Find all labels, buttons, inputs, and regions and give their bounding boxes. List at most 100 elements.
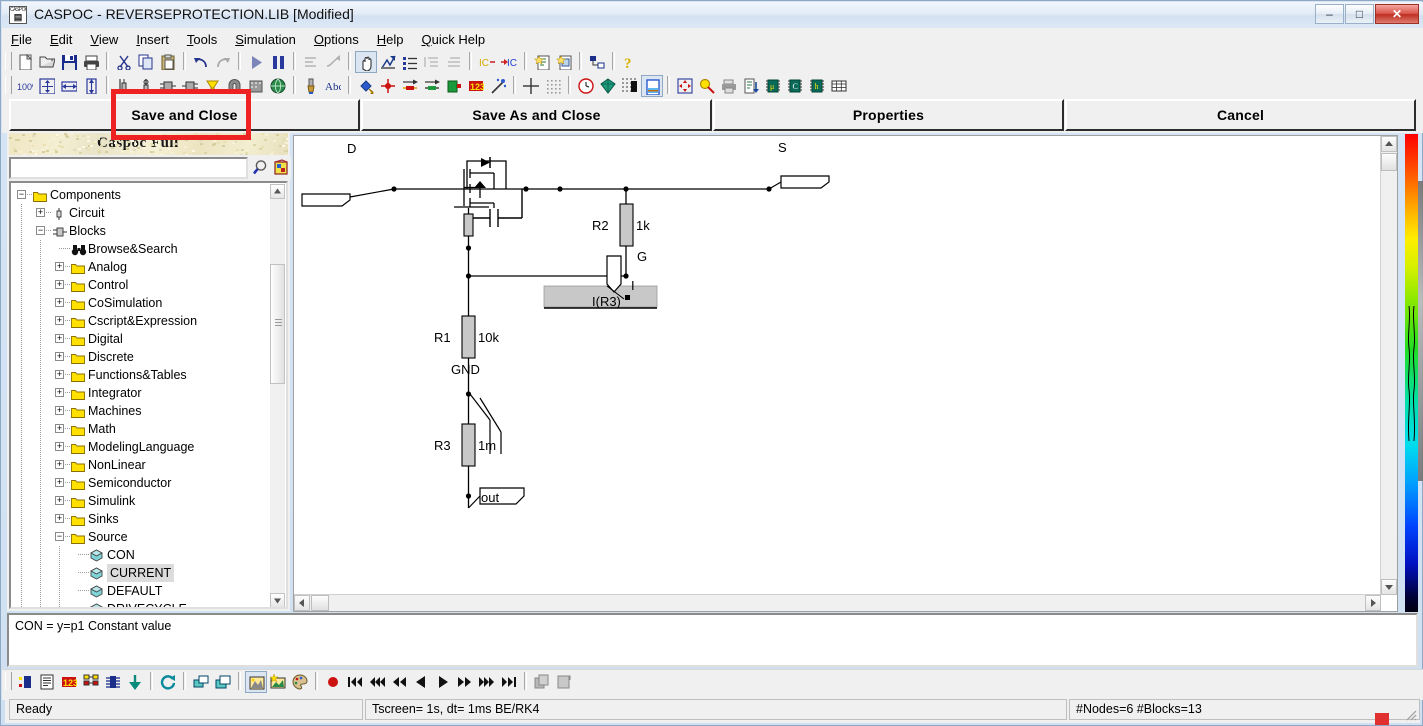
block-out-icon[interactable] bbox=[179, 75, 201, 97]
magnify-scope-icon[interactable] bbox=[696, 75, 718, 97]
tree-item-source[interactable]: − Source bbox=[11, 528, 273, 546]
tree-item-cscript-expression[interactable]: + Cscript&Expression bbox=[11, 312, 273, 330]
tree-item-semiconductor[interactable]: + Semiconductor bbox=[11, 474, 273, 492]
print-icon[interactable] bbox=[80, 51, 102, 73]
tree-expand-icon[interactable]: + bbox=[55, 352, 64, 361]
wand-icon[interactable] bbox=[487, 75, 509, 97]
arrow-red-icon[interactable] bbox=[399, 75, 421, 97]
tree-item-drivecycle[interactable]: DRIVECYCLE bbox=[11, 600, 273, 607]
play-icon[interactable] bbox=[432, 671, 454, 693]
tree-collapse-icon[interactable]: − bbox=[36, 226, 45, 235]
cancel-button[interactable]: Cancel bbox=[1065, 99, 1416, 131]
download-arrow-icon[interactable] bbox=[124, 671, 146, 693]
chip-c-icon[interactable]: C bbox=[784, 75, 806, 97]
menu-item-simulation[interactable]: Simulation bbox=[226, 28, 305, 49]
menu-item-edit[interactable]: Edit bbox=[41, 28, 81, 49]
tree-item-integrator[interactable]: + Integrator bbox=[11, 384, 273, 402]
forward-end-icon[interactable] bbox=[498, 671, 520, 693]
save-as-and-close-button[interactable]: Save As and Close bbox=[361, 99, 712, 131]
search-magnifier-icon[interactable] bbox=[250, 157, 270, 179]
new-sheet-star-icon[interactable] bbox=[531, 51, 553, 73]
tree-item-con[interactable]: CON bbox=[11, 546, 273, 564]
rewind-fast-icon[interactable] bbox=[366, 671, 388, 693]
zoom-width-icon[interactable] bbox=[58, 75, 80, 97]
zoom-height-icon[interactable] bbox=[80, 75, 102, 97]
tree-item-nonlinear[interactable]: + NonLinear bbox=[11, 456, 273, 474]
rewind-icon[interactable] bbox=[388, 671, 410, 693]
image-star-icon[interactable] bbox=[267, 671, 289, 693]
ic-chip-icon[interactable] bbox=[102, 671, 124, 693]
paint-palette-icon[interactable] bbox=[289, 671, 311, 693]
tree-expand-icon[interactable]: + bbox=[55, 442, 64, 451]
node-icon[interactable] bbox=[135, 75, 157, 97]
tree-scroll-up-icon[interactable] bbox=[270, 184, 285, 199]
tree-expand-icon[interactable]: + bbox=[55, 424, 64, 433]
list-icon[interactable] bbox=[399, 51, 421, 73]
tree-item-discrete[interactable]: + Discrete bbox=[11, 348, 273, 366]
text-abc-icon[interactable]: Abc bbox=[322, 75, 344, 97]
canvas-scroll-left-icon[interactable] bbox=[294, 595, 310, 611]
windows-cascade-icon[interactable] bbox=[212, 671, 234, 693]
rewind-start-icon[interactable] bbox=[344, 671, 366, 693]
menu-item-quick-help[interactable]: Quick Help bbox=[413, 28, 495, 49]
export-list-icon[interactable] bbox=[740, 75, 762, 97]
tree-item-machines[interactable]: + Machines bbox=[11, 402, 273, 420]
tree-expand-icon[interactable]: + bbox=[55, 514, 64, 523]
scope-window-icon[interactable] bbox=[641, 75, 663, 97]
tree-expand-icon[interactable]: + bbox=[55, 316, 64, 325]
tree-expand-icon[interactable]: + bbox=[55, 478, 64, 487]
initial-condition-out-icon[interactable]: IC bbox=[476, 51, 498, 73]
tree-scrollbar[interactable] bbox=[270, 184, 285, 608]
terminal-green-icon[interactable] bbox=[443, 75, 465, 97]
tree-item-analog[interactable]: + Analog bbox=[11, 258, 273, 276]
undo-arrow-icon[interactable] bbox=[190, 51, 212, 73]
initial-condition-in-icon[interactable]: IC bbox=[498, 51, 520, 73]
tree-item-control[interactable]: + Control bbox=[11, 276, 273, 294]
paste-clipboard-icon[interactable] bbox=[157, 51, 179, 73]
menu-item-view[interactable]: View bbox=[81, 28, 127, 49]
menu-item-insert[interactable]: Insert bbox=[127, 28, 178, 49]
forward-icon[interactable] bbox=[454, 671, 476, 693]
minimize-button[interactable]: – bbox=[1315, 4, 1344, 24]
wire-route-icon[interactable] bbox=[322, 51, 344, 73]
grid-dots-icon[interactable] bbox=[542, 75, 564, 97]
document-list-icon[interactable] bbox=[36, 671, 58, 693]
tree-expand-icon[interactable]: + bbox=[55, 370, 64, 379]
image-scope-icon[interactable] bbox=[245, 671, 267, 693]
properties-button[interactable]: Properties bbox=[713, 99, 1064, 131]
help-question-icon[interactable]: ? bbox=[619, 51, 641, 73]
canvas-hscroll-thumb[interactable] bbox=[311, 595, 329, 611]
hierarchy-icon[interactable] bbox=[586, 51, 608, 73]
move-cross-icon[interactable] bbox=[674, 75, 696, 97]
toolbar-grip[interactable] bbox=[5, 76, 12, 94]
pause-icon[interactable] bbox=[267, 51, 289, 73]
canvas-vscroll-thumb[interactable] bbox=[1381, 153, 1397, 171]
tree-expand-icon[interactable]: + bbox=[55, 280, 64, 289]
redo-arrow-icon[interactable] bbox=[212, 51, 234, 73]
tree-item-blocks[interactable]: − Blocks bbox=[11, 222, 273, 240]
open-folder-icon[interactable] bbox=[36, 51, 58, 73]
tree-item-modelinglanguage[interactable]: + ModelingLanguage bbox=[11, 438, 273, 456]
menu-item-options[interactable]: Options bbox=[305, 28, 368, 49]
structure-icon[interactable] bbox=[80, 671, 102, 693]
chip-h-icon[interactable]: h bbox=[806, 75, 828, 97]
table-icon[interactable] bbox=[828, 75, 850, 97]
close-button[interactable]: ✕ bbox=[1375, 4, 1419, 24]
tree-collapse-icon[interactable]: − bbox=[17, 190, 26, 199]
canvas-scroll-right-icon[interactable] bbox=[1365, 595, 1381, 611]
tree-expand-icon[interactable]: + bbox=[55, 388, 64, 397]
component-tree[interactable]: − Components + Circuit − Blocks Browse&Search +… bbox=[11, 183, 273, 607]
tree-expand-icon[interactable]: + bbox=[55, 334, 64, 343]
tree-expand-icon[interactable]: + bbox=[55, 406, 64, 415]
new-page-star-icon[interactable] bbox=[553, 51, 575, 73]
numbers-123-icon[interactable]: 123 bbox=[465, 75, 487, 97]
zoom-fit-icon[interactable] bbox=[36, 75, 58, 97]
tree-item-browse-search[interactable]: Browse&Search bbox=[11, 240, 273, 258]
arrow-green-icon[interactable] bbox=[421, 75, 443, 97]
save-disk-icon[interactable] bbox=[58, 51, 80, 73]
tree-item-cosimulation[interactable]: + CoSimulation bbox=[11, 294, 273, 312]
library-icon[interactable] bbox=[271, 157, 291, 179]
cut-scissors-icon[interactable] bbox=[113, 51, 135, 73]
tree-expand-icon[interactable]: + bbox=[55, 262, 64, 271]
search-input[interactable] bbox=[9, 157, 248, 179]
